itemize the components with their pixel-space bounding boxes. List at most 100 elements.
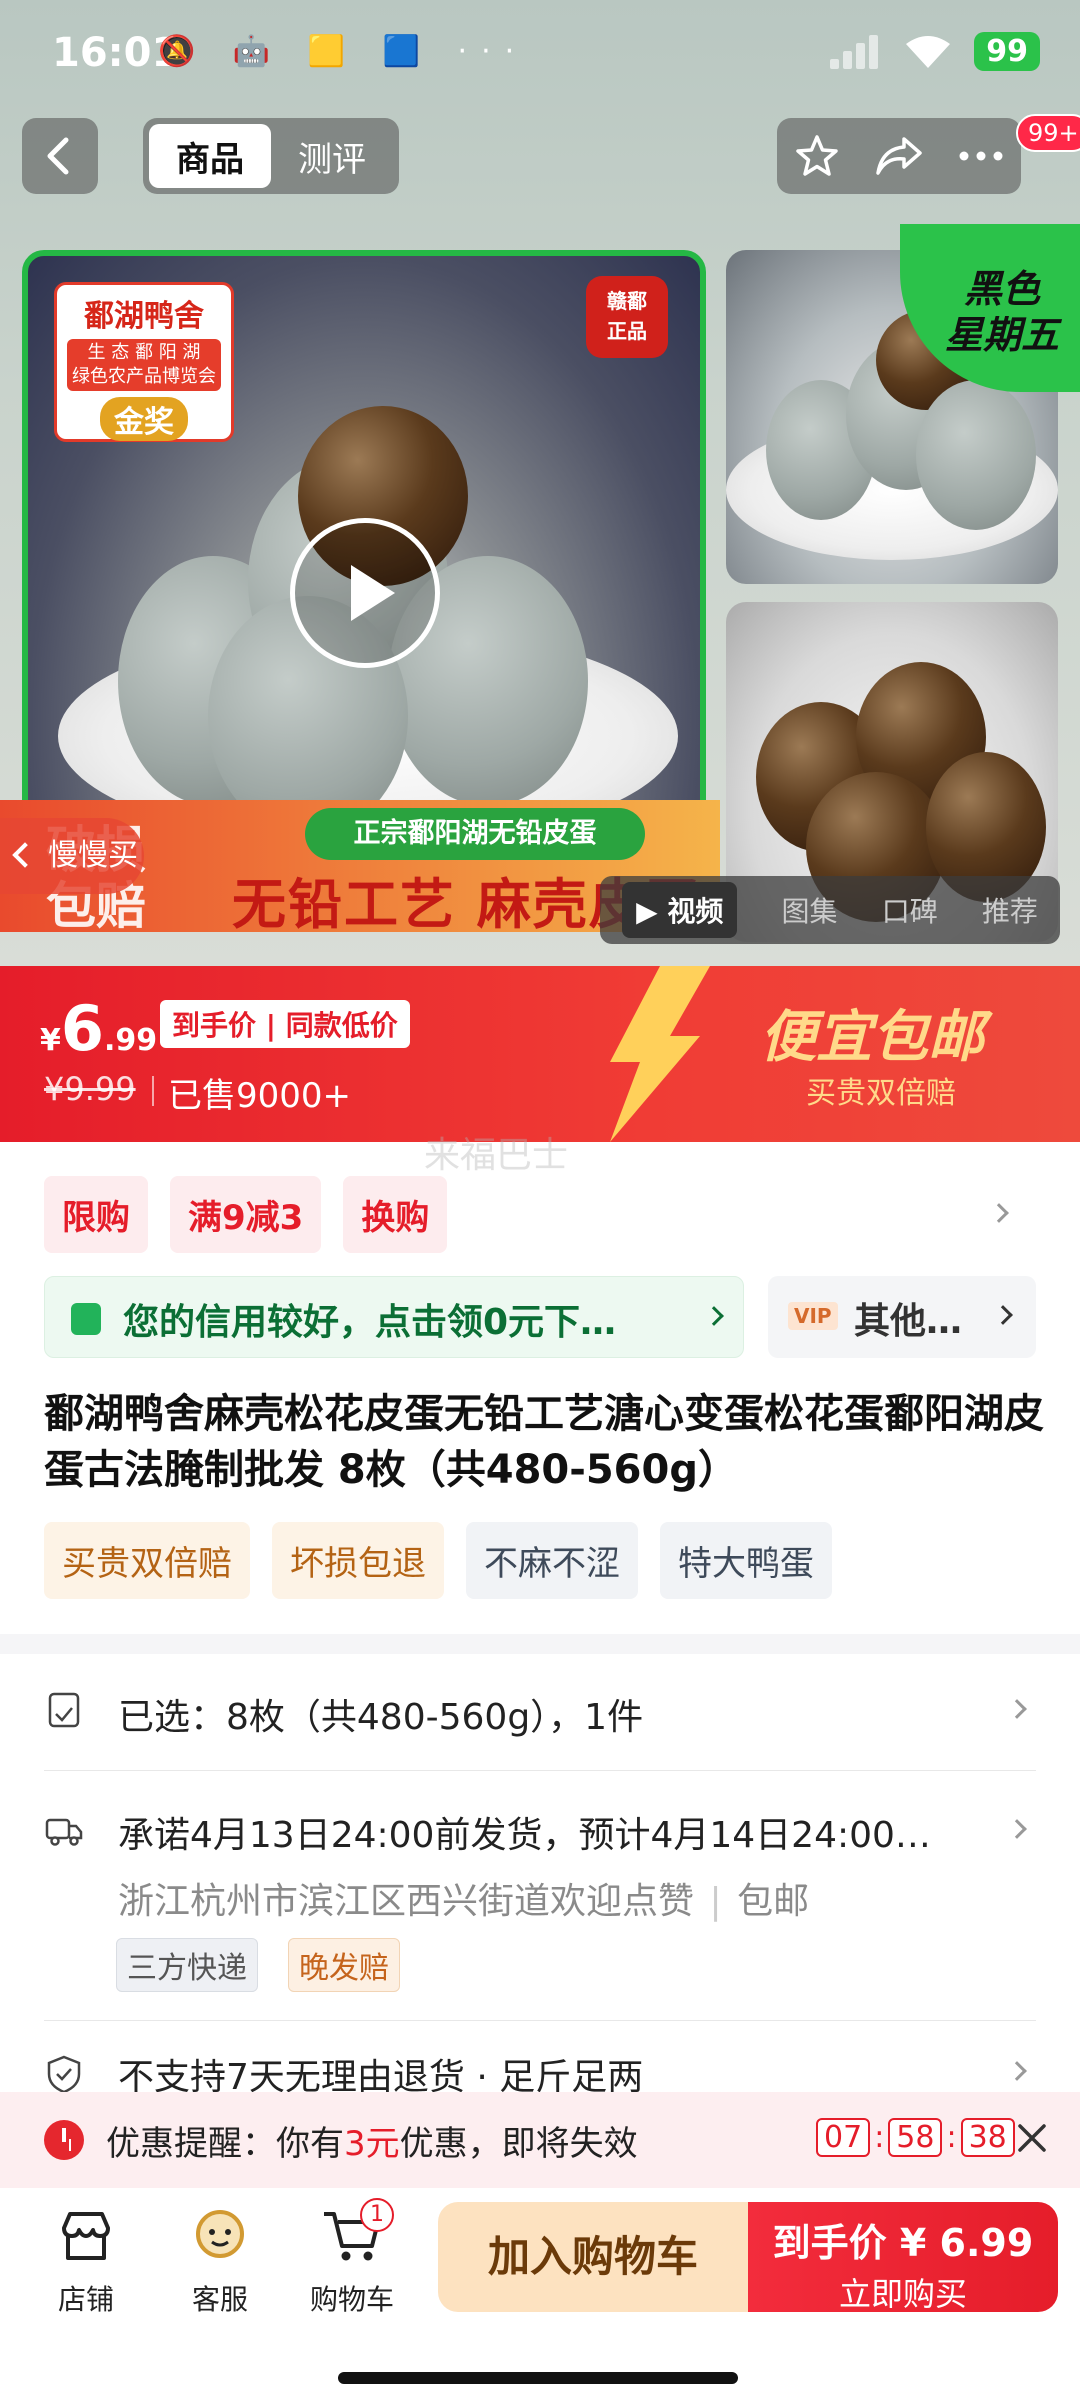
media-tab-video-label: 视频	[667, 895, 724, 928]
credit-banner[interactable]: 您的信用较好，点击领0元下…	[44, 1276, 744, 1358]
media-tab-recommend[interactable]: 推荐	[982, 890, 1038, 930]
row-divider	[44, 2020, 1036, 2021]
feature-tag: 买贵双倍赔	[44, 1522, 250, 1599]
other-offers-text: 其他…	[854, 1301, 963, 1342]
section-divider	[0, 1634, 1080, 1654]
original-price: ¥9.99	[44, 1070, 136, 1108]
media-tab-gallery[interactable]: 图集	[782, 890, 838, 930]
truck-icon	[45, 1818, 83, 1846]
close-icon[interactable]	[1014, 2120, 1050, 2156]
home-indicator[interactable]	[338, 2372, 738, 2384]
tab-review[interactable]: 测评	[271, 124, 393, 188]
stamp-line2: 正品	[607, 319, 647, 343]
countdown-timer: 07 : 58 : 38	[816, 2118, 1015, 2157]
star-icon[interactable]	[794, 133, 840, 179]
credit-text: 您的信用较好，点击领0元下…	[123, 1302, 617, 1343]
shipping-promise: 承诺4月13日24:00前发货，预计4月14日24:00…	[118, 1815, 931, 1856]
reminder-prefix: 优惠提醒：你有	[106, 2124, 344, 2164]
brand-award-badge: 鄱湖鸭舍 生 态 鄱 阳 湖 绿色农产品博览会 金奖	[54, 282, 234, 442]
brand-sub-line2: 绿色农产品博览会	[72, 366, 216, 387]
action-group	[777, 118, 1021, 194]
free-shipping-title: 便宜包邮	[760, 1005, 984, 1070]
chevron-right-icon	[1007, 1699, 1027, 1719]
reminder-suffix: 优惠，即将失效	[399, 2124, 638, 2164]
row-divider	[44, 1770, 1036, 1771]
play-icon[interactable]	[290, 518, 440, 668]
price-guarantee: 买贵双倍赔	[806, 1076, 956, 1111]
authentic-stamp: 赣鄱 正品	[586, 276, 668, 358]
clock-icon	[44, 2120, 84, 2160]
share-icon[interactable]	[874, 133, 924, 179]
back-button[interactable]	[22, 118, 98, 194]
feature-tag: 特大鸭蛋	[660, 1522, 832, 1599]
product-gallery: 16:01 🔕 🤖 🟨 🟦 ··· 99 商品 测评 99+ 鄱湖鸭舍 生 态 …	[0, 0, 1080, 966]
cart-label: 购物车	[309, 2283, 394, 2316]
segment-tabs: 商品 测评	[143, 118, 399, 194]
shop-button[interactable]: 店铺	[36, 2206, 136, 2318]
product-title: 鄱湖鸭舍麻壳松花皮蛋无铅工艺溏心变蛋松花蛋鄱阳湖皮蛋古法腌制批发 8枚（共480…	[44, 1391, 1044, 1493]
price-integer: 6	[60, 992, 105, 1065]
store-icon	[62, 2212, 110, 2260]
media-tab-video[interactable]: ▶ 视频	[622, 882, 738, 938]
battery-icon: 99	[974, 32, 1040, 71]
feature-tags: 买贵双倍赔 坏损包退 不麻不涩 特大鸭蛋	[44, 1522, 832, 1599]
discount-reminder[interactable]: 优惠提醒：你有3元优惠，即将失效 07 : 58 : 38	[0, 2092, 1080, 2188]
address-text: 浙江杭州市滨江区西兴街道欢迎点赞	[118, 1881, 695, 1922]
sold-count: 已售9000+	[151, 1068, 351, 1117]
cart-button[interactable]: 1 购物车	[302, 2198, 402, 2318]
stamp-line1: 赣鄱	[607, 289, 647, 313]
reminder-text: 优惠提醒：你有3元优惠，即将失效	[106, 2116, 638, 2165]
late-compensation-tag: 晚发赔	[288, 1938, 400, 1992]
chat-icon	[196, 2210, 244, 2258]
watermark: 来福巴士	[424, 1135, 569, 1176]
other-offers[interactable]: VIP 其他…	[768, 1276, 1036, 1358]
notification-icons: 🔕 🤖 🟨 🟦 ···	[158, 34, 529, 69]
free-shipping-label: 包邮	[737, 1881, 810, 1922]
brand-subtitle: 生 态 鄱 阳 湖 绿色农产品博览会	[67, 339, 221, 391]
chevron-right-icon[interactable]	[989, 1203, 1009, 1223]
timer-hours: 07	[816, 2118, 871, 2157]
egg-image	[916, 380, 1036, 530]
selected-spec-text: 已选：8枚（共480-560g），1件	[118, 1697, 644, 1738]
price-decimal: .99	[104, 1023, 158, 1058]
brand-sub-line1: 生 态 鄱 阳 湖	[87, 342, 201, 363]
buy-price: 到手价 ¥ 6.99	[772, 2221, 1034, 2265]
chevron-right-icon	[1007, 1819, 1027, 1839]
status-bar: 16:01 🔕 🤖 🟨 🟦 ··· 99	[0, 0, 1080, 110]
timer-seconds: 38	[960, 2118, 1015, 2157]
shipping-address: 浙江杭州市滨江区西兴街道欢迎点赞 | 包邮	[118, 1881, 810, 1922]
message-badge: 99+	[1016, 114, 1080, 152]
courier-tag: 三方快递	[116, 1938, 258, 1992]
timer-minutes: 58	[888, 2118, 943, 2157]
clipboard-icon	[48, 1692, 80, 1728]
add-to-cart-button[interactable]: 加入购物车	[438, 2202, 748, 2312]
service-label: 客服	[191, 2283, 248, 2316]
signal-icon	[830, 34, 882, 69]
media-tab-reviews[interactable]: 口碑	[882, 890, 938, 930]
shop-label: 店铺	[57, 2283, 114, 2316]
promo-tags[interactable]: 限购 满9减3 换购	[44, 1176, 448, 1253]
black-friday-line1: 黑色	[963, 267, 1040, 311]
award-label: 金奖	[100, 397, 188, 441]
top-navigation: 商品 测评 99+	[0, 114, 1080, 194]
buy-now-button[interactable]: 到手价 ¥ 6.99 立即购买	[748, 2202, 1058, 2313]
shopping-bag-icon	[71, 1303, 101, 1335]
tab-product[interactable]: 商品	[149, 124, 271, 188]
shield-icon	[47, 2055, 81, 2094]
promo-tag[interactable]: 限购	[44, 1176, 148, 1253]
buy-label: 立即购买	[838, 2275, 967, 2313]
black-friday-line2: 星期五	[944, 313, 1059, 357]
origin-pill: 正宗鄱阳湖无铅皮蛋	[305, 808, 645, 860]
promo-tag[interactable]: 换购	[343, 1176, 448, 1253]
chevron-right-icon	[993, 1305, 1013, 1325]
vip-icon: VIP	[788, 1302, 838, 1330]
promo-tag[interactable]: 满9减3	[170, 1176, 322, 1253]
wifi-icon	[906, 35, 951, 68]
more-icon[interactable]	[958, 149, 1004, 163]
slow-buy-button[interactable]: 慢慢买	[0, 818, 144, 894]
bottom-action-bar: 店铺 客服 1 购物车 加入购物车 到手价 ¥ 6.99 立即购买	[0, 2188, 1080, 2400]
final-price-tag: 到手价 | 同款低价	[160, 1000, 410, 1048]
lightning-icon	[610, 966, 710, 1142]
chevron-right-icon	[704, 1306, 724, 1326]
customer-service-button[interactable]: 客服	[170, 2206, 270, 2318]
